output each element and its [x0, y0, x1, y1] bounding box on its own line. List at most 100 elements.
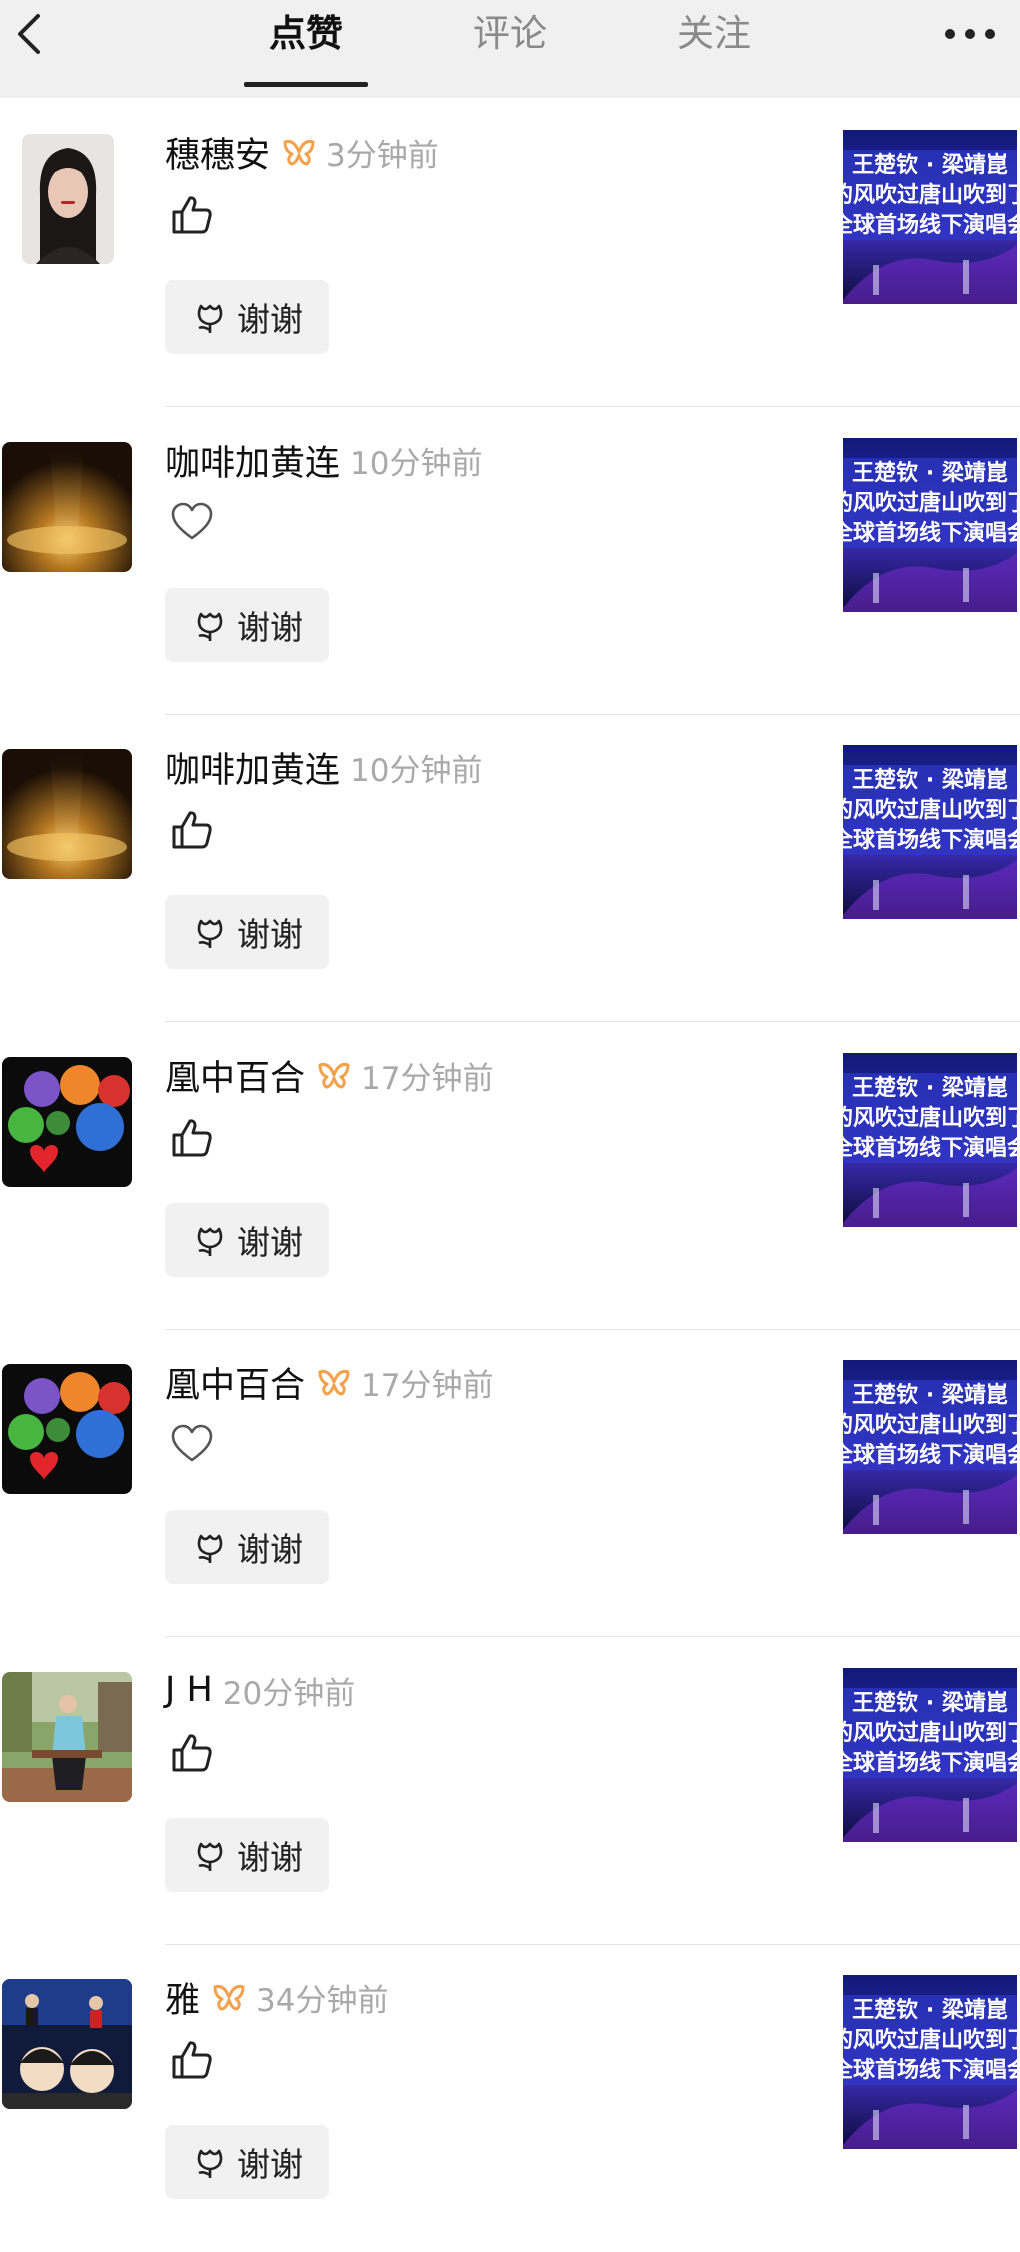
tab-likes[interactable]: 点赞 [246, 8, 366, 68]
thumbs-up-icon [168, 1113, 216, 1161]
like-list-item[interactable]: 穗穗安 3分钟前 谢谢 王楚钦 · 梁靖崑 的风吹过唐山吹到了 全球首场线下演唱… [0, 100, 1020, 407]
flower-icon [191, 1528, 229, 1566]
thanks-button[interactable]: 谢谢 [165, 1510, 329, 1584]
flower-icon [191, 1221, 229, 1259]
like-list-item[interactable]: 凰中百合 17分钟前 谢谢 王楚钦 · 梁靖崑 的风吹过唐山吹到了 全球首场线下… [0, 1023, 1020, 1330]
thanks-button[interactable]: 谢谢 [165, 280, 329, 354]
post-thumbnail[interactable]: 王楚钦 · 梁靖崑 的风吹过唐山吹到了 全球首场线下演唱会 [843, 1668, 1017, 1842]
user-line: 雅 34分钟前 [165, 1969, 388, 2025]
avatar[interactable] [2, 749, 132, 879]
user-line: 凰中百合 17分钟前 [165, 1047, 493, 1103]
like-list-item[interactable]: 咖啡加黄连 10分钟前 谢谢 王楚钦 · 梁靖崑 的风吹过唐山吹到了 全球首场线下… [0, 408, 1020, 715]
divider [165, 1636, 1020, 1637]
vip-badge-icon [212, 1982, 246, 2012]
post-thumbnail[interactable]: 王楚钦 · 梁靖崑 的风吹过唐山吹到了 全球首场线下演唱会 [843, 1360, 1017, 1534]
thumbs-up-icon [168, 805, 216, 853]
user-name[interactable]: 雅 [165, 1972, 200, 2023]
like-list-item[interactable]: 雅 34分钟前 谢谢 王楚钦 · 梁靖崑 的风吹过唐山吹到了 全球首场线下演唱会 [0, 1945, 1020, 2252]
flower-icon [191, 2143, 229, 2181]
thanks-button[interactable]: 谢谢 [165, 1818, 329, 1892]
avatar[interactable] [22, 134, 114, 264]
thanks-button[interactable]: 谢谢 [165, 895, 329, 969]
thumb-caption-line2: 的风吹过唐山吹到了 [843, 2027, 1017, 2053]
thanks-label: 谢谢 [237, 300, 303, 339]
user-name[interactable]: 穗穗安 [165, 127, 270, 178]
thanks-label: 谢谢 [237, 608, 303, 647]
thumb-caption-line2: 的风吹过唐山吹到了 [843, 797, 1017, 823]
timestamp: 34分钟前 [256, 1982, 389, 2019]
thumb-caption-line3: 全球首场线下演唱会 [843, 520, 1017, 546]
user-line: 穗穗安 3分钟前 [165, 124, 439, 180]
user-name[interactable]: 凰中百合 [165, 1050, 305, 1101]
user-name[interactable]: 凰中百合 [165, 1357, 305, 1408]
user-name[interactable]: 咖啡加黄连 [165, 435, 340, 486]
post-thumbnail[interactable]: 王楚钦 · 梁靖崑 的风吹过唐山吹到了 全球首场线下演唱会 [843, 438, 1017, 612]
thumbs-up-icon [168, 1728, 216, 1776]
thanks-label: 谢谢 [237, 1838, 303, 1877]
user-name[interactable]: 咖啡加黄连 [165, 742, 340, 793]
like-list-item[interactable]: J H20分钟前 谢谢 王楚钦 · 梁靖崑 的风吹过唐山吹到了 全球首场线下演唱… [0, 1638, 1020, 1945]
avatar[interactable] [2, 1979, 132, 2109]
thumb-caption-line2: 的风吹过唐山吹到了 [843, 1720, 1017, 1746]
thumb-caption-line1: 王楚钦 · 梁靖崑 [852, 152, 1008, 178]
post-thumbnail[interactable]: 王楚钦 · 梁靖崑 的风吹过唐山吹到了 全球首场线下演唱会 [843, 745, 1017, 919]
thumb-caption-line3: 全球首场线下演唱会 [843, 1750, 1017, 1776]
flower-icon [191, 606, 229, 644]
divider [165, 1021, 1020, 1022]
thumb-caption-line1: 王楚钦 · 梁靖崑 [852, 1382, 1008, 1408]
avatar[interactable] [2, 442, 132, 572]
thanks-label: 谢谢 [237, 1223, 303, 1262]
thumb-caption-line3: 全球首场线下演唱会 [843, 1442, 1017, 1468]
user-line: 凰中百合 17分钟前 [165, 1354, 493, 1410]
thumb-caption-line2: 的风吹过唐山吹到了 [843, 182, 1017, 208]
thanks-button[interactable]: 谢谢 [165, 1203, 329, 1277]
vip-badge-icon [282, 137, 316, 167]
thumb-caption-line2: 的风吹过唐山吹到了 [843, 1412, 1017, 1438]
thumb-caption-line1: 王楚钦 · 梁靖崑 [852, 1075, 1008, 1101]
thumb-caption-line3: 全球首场线下演唱会 [843, 1135, 1017, 1161]
avatar[interactable] [2, 1364, 132, 1494]
avatar[interactable] [2, 1057, 132, 1187]
chevron-left-icon[interactable] [8, 10, 56, 58]
thumbs-up-icon [168, 2035, 216, 2083]
tab-follows[interactable]: 关注 [654, 8, 774, 68]
thumb-caption-line3: 全球首场线下演唱会 [843, 827, 1017, 853]
thanks-button[interactable]: 谢谢 [165, 588, 329, 662]
thumb-caption-line1: 王楚钦 · 梁靖崑 [852, 767, 1008, 793]
tab-comments[interactable]: 评论 [450, 8, 570, 68]
like-list-item[interactable]: 凰中百合 17分钟前 谢谢 王楚钦 · 梁靖崑 的风吹过唐山吹到了 全球首场线下… [0, 1330, 1020, 1637]
like-list-item[interactable]: 咖啡加黄连 10分钟前 谢谢 王楚钦 · 梁靖崑 的风吹过唐山吹到了 全球首场线下… [0, 715, 1020, 1022]
heart-icon [168, 498, 216, 546]
thumb-caption-line3: 全球首场线下演唱会 [843, 212, 1017, 238]
flower-icon [191, 298, 229, 336]
thumb-caption-line3: 全球首场线下演唱会 [843, 2057, 1017, 2083]
heart-icon [168, 1420, 216, 1468]
flower-icon [191, 913, 229, 951]
thanks-button[interactable]: 谢谢 [165, 2125, 329, 2199]
post-thumbnail[interactable]: 王楚钦 · 梁靖崑 的风吹过唐山吹到了 全球首场线下演唱会 [843, 130, 1017, 304]
more-dots-icon[interactable] [940, 16, 1000, 52]
active-tab-indicator [244, 82, 368, 87]
timestamp: 17分钟前 [361, 1367, 494, 1404]
timestamp: 10分钟前 [350, 752, 483, 789]
avatar[interactable] [2, 1672, 132, 1802]
flower-icon [191, 1836, 229, 1874]
user-line: 咖啡加黄连 10分钟前 [165, 432, 482, 488]
top-nav-bar: 点赞 评论 关注 [0, 0, 1020, 98]
thumb-caption-line1: 王楚钦 · 梁靖崑 [852, 1690, 1008, 1716]
timestamp: 3分钟前 [326, 137, 439, 174]
vip-badge-icon [317, 1060, 351, 1090]
divider [165, 406, 1020, 407]
thanks-label: 谢谢 [237, 2145, 303, 2184]
thumb-caption-line1: 王楚钦 · 梁靖崑 [852, 1997, 1008, 2023]
timestamp: 20分钟前 [222, 1675, 356, 1712]
vip-badge-icon [317, 1367, 351, 1397]
thanks-label: 谢谢 [237, 1530, 303, 1569]
user-line: J H 20分钟前 [165, 1662, 355, 1718]
post-thumbnail[interactable]: 王楚钦 · 梁靖崑 的风吹过唐山吹到了 全球首场线下演唱会 [843, 1975, 1017, 2149]
thumbs-up-icon [168, 190, 216, 238]
thumb-caption-line2: 的风吹过唐山吹到了 [843, 490, 1017, 516]
post-thumbnail[interactable]: 王楚钦 · 梁靖崑 的风吹过唐山吹到了 全球首场线下演唱会 [843, 1053, 1017, 1227]
thumb-caption-line2: 的风吹过唐山吹到了 [843, 1105, 1017, 1131]
user-name[interactable]: J H [165, 1670, 213, 1710]
